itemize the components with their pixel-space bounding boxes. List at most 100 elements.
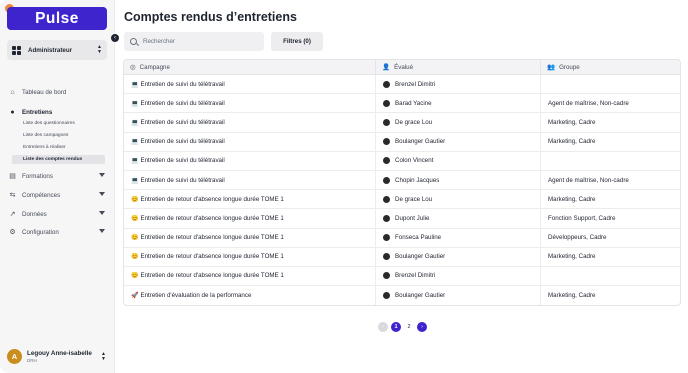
pagination: ‹ 1 2 ›: [378, 322, 430, 332]
subnav-entretiens-a-realiser[interactable]: Entretiens à réaliser: [12, 143, 105, 152]
column-header-campagne[interactable]: ◎ Campagne: [124, 60, 376, 74]
previous-page-button[interactable]: ‹: [378, 322, 388, 332]
nav-item-entretiens[interactable]: ● Entretiens: [8, 106, 108, 118]
cell-campagne: 😊 Entretien de retour d'absence longue du…: [124, 190, 376, 209]
cell-campagne: 🚀 Entretien d'évaluation de la performanc…: [124, 286, 376, 306]
table-header: ◎ Campagne 👤 Évalué 👥 Groupe: [124, 60, 680, 75]
cell-evalue: De grace Lou: [376, 113, 541, 132]
group-name: Marketing, Cadre: [548, 292, 596, 300]
column-label: Campagne: [139, 63, 170, 71]
person-name: Boulanger Gautier: [395, 253, 446, 261]
table-row[interactable]: 💻 Entretien de suivi du télétravail Colon …: [124, 151, 680, 171]
cell-evalue: Brenzel Dimitri: [376, 75, 541, 94]
table-row[interactable]: 😊 Entretien de retour d'absence longue du…: [124, 247, 680, 267]
table-row[interactable]: 💻 Entretien de suivi du télétravail Barad …: [124, 94, 680, 114]
cell-evalue: Boulanger Gautier: [376, 247, 541, 266]
campaign-name: Entretien de suivi du télétravail: [140, 157, 225, 165]
table-row[interactable]: 💻 Entretien de suivi du télétravail Brenze…: [124, 75, 680, 95]
chevron-down-icon: [99, 211, 105, 215]
cell-evalue: Boulanger Gautier: [376, 132, 541, 151]
person-name: Colon Vincent: [395, 157, 434, 165]
avatar: A: [7, 348, 22, 364]
campaign-emoji-icon: 😊: [131, 235, 139, 242]
role-selector[interactable]: Administrateur ▲ ▼: [7, 40, 107, 60]
person-avatar: [383, 253, 390, 261]
table-row[interactable]: 😊 Entretien de retour d'absence longue du…: [124, 209, 680, 229]
filters-button[interactable]: Filtres (0): [271, 32, 323, 51]
person-name: Brenzel Dimitri: [395, 80, 436, 88]
person-avatar: [383, 176, 390, 184]
subnav-campagnes[interactable]: Liste des campagnes: [12, 131, 105, 140]
page-button-current[interactable]: 1: [391, 322, 401, 332]
campaign-name: Entretien de retour d'absence longue dur…: [140, 234, 284, 242]
cell-evalue: Boulanger Gautier: [376, 286, 541, 306]
search-input[interactable]: [143, 38, 253, 45]
campaign-name: Entretien de retour d'absence longue dur…: [140, 272, 284, 280]
sort-arrows-icon: ▲ ▼: [97, 44, 102, 55]
cell-evalue: Fonseca Pauline: [376, 228, 541, 247]
person-avatar: [383, 214, 390, 222]
cell-groupe: Fonction Support, Cadre: [541, 209, 680, 227]
cell-groupe: Marketing, Cadre: [541, 133, 680, 151]
chevron-down-icon: [99, 229, 105, 233]
campaign-emoji-icon: 💻: [131, 177, 139, 184]
cell-evalue: Barad Yacine: [376, 94, 541, 113]
column-header-groupe[interactable]: 👥 Groupe: [541, 60, 680, 74]
chevron-down-icon: [99, 192, 105, 196]
group-name: Marketing, Cadre: [548, 138, 596, 146]
person-name: Chopin Jacques: [395, 176, 440, 184]
person-name: De grace Lou: [395, 118, 433, 126]
cell-groupe: [541, 267, 680, 285]
nav-item-configuration[interactable]: ⚙ Configuration: [8, 226, 108, 238]
cell-campagne: 😊 Entretien de retour d'absence longue du…: [124, 228, 376, 247]
person-avatar: [383, 80, 390, 88]
group-name: Marketing, Cadre: [548, 195, 596, 203]
subnav-questionnaires[interactable]: Liste des questionnaires: [12, 119, 105, 128]
sort-arrows-icon: ▲ ▼: [101, 351, 106, 362]
table-row[interactable]: 😊 Entretien de retour d'absence longue du…: [124, 190, 680, 210]
user-menu[interactable]: A Legouy Anne-isabelle DRH ▲ ▼: [7, 347, 111, 365]
collapse-sidebar-button[interactable]: ‹: [111, 34, 119, 42]
reports-table: ◎ Campagne 👤 Évalué 👥 Groupe 💻 Entretien …: [123, 59, 681, 307]
nav-item-competences[interactable]: ⇆ Compétences: [8, 189, 108, 201]
campaign-emoji-icon: 💻: [131, 139, 139, 146]
cell-groupe: [541, 75, 680, 93]
person-name: De grace Lou: [395, 195, 433, 203]
grid-icon: [12, 45, 21, 55]
cell-groupe: Agent de maîtrise, Non-cadre: [541, 94, 680, 112]
subnav-comptes-rendus[interactable]: Liste des comptes rendus: [12, 155, 105, 164]
cell-groupe: Marketing, Cadre: [541, 113, 680, 131]
nav-label: Configuration: [22, 228, 59, 236]
campaign-name: Entretien de suivi du télétravail: [140, 176, 225, 184]
chart-line-icon: ↗: [9, 211, 16, 218]
table-row[interactable]: 💻 Entretien de suivi du télétravail Chopin…: [124, 170, 680, 191]
table-row[interactable]: 💻 Entretien de suivi du télétravail Boulan…: [124, 132, 680, 152]
group-name: Développeurs, Cadre: [548, 234, 607, 242]
nav-item-dashboard[interactable]: ⌂ Tableau de bord: [8, 86, 108, 98]
person-name: Boulanger Gautier: [395, 292, 446, 300]
person-avatar: [383, 138, 390, 146]
campaign-name: Entretien de suivi du télétravail: [140, 118, 225, 126]
cell-campagne: 💻 Entretien de suivi du télétravail: [124, 151, 376, 170]
nav-item-donnees[interactable]: ↗ Données: [8, 208, 108, 220]
page-button[interactable]: 2: [404, 322, 414, 332]
column-header-evalue[interactable]: 👤 Évalué: [376, 60, 541, 74]
nav-item-formations[interactable]: ▤ Formations: [8, 170, 108, 182]
column-label: Évalué: [394, 63, 414, 71]
person-avatar: [383, 195, 390, 203]
campaign-emoji-icon: 💻: [131, 100, 139, 107]
campaign-emoji-icon: 😊: [131, 254, 139, 261]
table-row[interactable]: 😊 Entretien de retour d'absence longue du…: [124, 228, 680, 248]
cell-campagne: 💻 Entretien de suivi du télétravail: [124, 113, 376, 132]
user-name: Legouy Anne-isabelle: [27, 349, 92, 357]
table-row[interactable]: 💻 Entretien de suivi du télétravail De gra…: [124, 113, 680, 133]
search-box[interactable]: [124, 32, 264, 51]
cell-groupe: Marketing, Cadre: [541, 286, 680, 305]
next-page-button[interactable]: ›: [417, 322, 427, 332]
table-row[interactable]: 😊 Entretien de retour d'absence longue du…: [124, 266, 680, 287]
cell-evalue: Brenzel Dimitri: [376, 266, 541, 286]
table-row[interactable]: 🚀 Entretien d'évaluation de la performanc…: [124, 286, 680, 306]
cell-campagne: 💻 Entretien de suivi du télétravail: [124, 75, 376, 94]
campaign-emoji-icon: 💻: [131, 119, 139, 126]
campaign-emoji-icon: 💻: [131, 81, 139, 88]
